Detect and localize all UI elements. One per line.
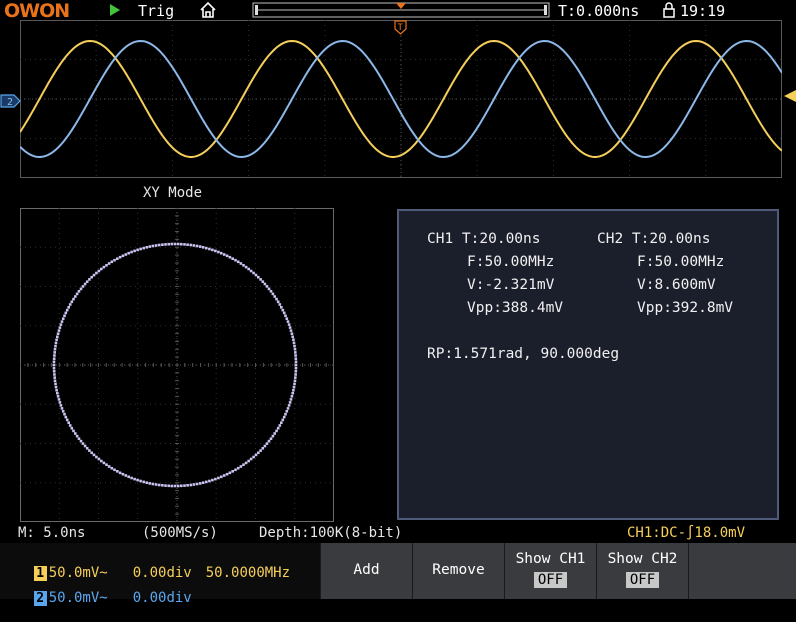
show-ch2-button[interactable]: Show CH2 OFF <box>596 543 688 599</box>
ch2-voltage: V:8.600mV <box>637 277 716 293</box>
time-offset-readout: T:0.000ns <box>558 2 640 20</box>
ch2-level-marker[interactable]: 2 <box>0 93 22 112</box>
add-button[interactable]: Add <box>320 543 412 599</box>
ch2-marker-label: 2 <box>7 97 13 108</box>
ch2-scale: 50.0mV~ <box>48 590 108 606</box>
waveform-display[interactable] <box>20 20 782 178</box>
trigger-position-marker[interactable]: T <box>394 20 408 40</box>
ch1-frequency-readout: 50.0000MHz <box>205 565 291 581</box>
add-button-label: Add <box>353 562 380 578</box>
memory-position-bar[interactable] <box>252 2 550 18</box>
empty-softkey[interactable] <box>688 543 796 599</box>
trigger-setting-readout: CH1:DC-∫18.0mV <box>627 525 746 541</box>
xy-mode-label: XY Mode <box>143 185 203 201</box>
show-ch2-state: OFF <box>625 572 660 588</box>
trigger-status-label: Trig <box>138 2 175 20</box>
ch1-vpp: Vpp:388.4mV <box>467 300 564 316</box>
ch1-voltage: V:-2.321mV <box>467 277 555 293</box>
clock-readout: 19:19 <box>680 2 726 20</box>
xy-display[interactable] <box>20 208 334 522</box>
remove-button-label: Remove <box>432 562 485 578</box>
show-ch1-button[interactable]: Show CH1 OFF <box>504 543 596 599</box>
measurement-panel: CH1 T:20.00ns F:50.00MHz V:-2.321mV Vpp:… <box>397 209 779 520</box>
top-status-bar: OWON Trig T:0.000ns 19:19 <box>0 0 796 22</box>
ch2-offset: 0.00div <box>132 590 192 606</box>
phase-readout: RP:1.571rad, 90.000deg <box>427 346 620 362</box>
lock-icon <box>662 2 676 22</box>
brand-logo: OWON <box>4 0 70 22</box>
bottom-menu-bar: 1 50.0mV~ 0.00div 50.0000MHz 2 50.0mV~ 0.00di… <box>0 543 796 606</box>
ch2-period: CH2 T:20.00ns <box>597 231 711 247</box>
run-state-icon[interactable] <box>108 2 122 22</box>
show-ch1-state: OFF <box>533 572 568 588</box>
trigger-level-marker[interactable] <box>783 88 796 107</box>
remove-button[interactable]: Remove <box>412 543 504 599</box>
ch1-period: CH1 T:20.00ns <box>427 231 541 247</box>
depth-readout: Depth:100K(8-bit) <box>259 525 403 541</box>
sample-rate-readout: (500MS/s) <box>142 525 218 541</box>
ch1-frequency: F:50.00MHz <box>467 254 555 270</box>
ch2-settings-row[interactable]: 2 50.0mV~ 0.00div <box>0 574 192 622</box>
timebase-readout: M: 5.0ns <box>18 525 86 541</box>
show-ch1-label: Show CH1 <box>515 551 586 567</box>
ch2-frequency: F:50.00MHz <box>637 254 725 270</box>
trigger-marker-label: T <box>398 23 404 33</box>
ch2-vpp: Vpp:392.8mV <box>637 300 734 316</box>
show-ch2-label: Show CH2 <box>607 551 678 567</box>
